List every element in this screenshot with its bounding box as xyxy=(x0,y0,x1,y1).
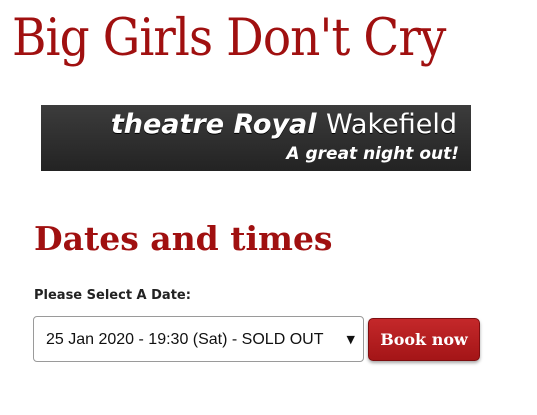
date-select[interactable]: 25 Jan 2020 - 19:30 (Sat) - SOLD OUT ▼ xyxy=(33,316,364,362)
book-now-button[interactable]: Book now xyxy=(368,318,480,361)
page-title: Big Girls Don't Cry xyxy=(12,9,446,68)
dates-heading: Dates and times xyxy=(34,219,333,258)
logo-venue-name-part2: Wakefield xyxy=(325,109,457,140)
date-select-value: 25 Jan 2020 - 19:30 (Sat) - SOLD OUT xyxy=(46,331,324,348)
logo-venue-name-part1: theatre Royal xyxy=(110,109,326,140)
logo-tagline: A great night out! xyxy=(286,144,459,164)
logo-venue-name: theatre Royal Wakefield xyxy=(111,109,457,141)
theatre-logo: theatre Royal Wakefield A great night ou… xyxy=(41,105,471,171)
triangle-down-icon: ▼ xyxy=(346,333,355,346)
date-select-label: Please Select A Date: xyxy=(34,288,191,303)
